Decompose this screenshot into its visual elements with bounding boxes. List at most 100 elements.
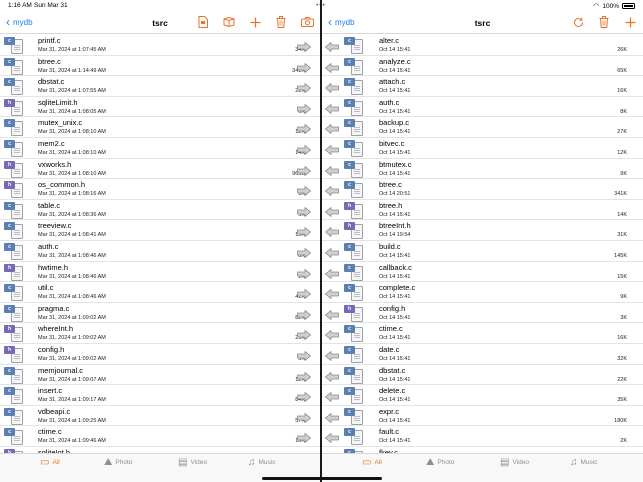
copy-left-arrow-icon[interactable] [324,307,339,321]
file-row[interactable]: c fault.c Oct 14 15:41 2K [322,426,643,447]
file-row[interactable]: c backup.c Oct 14 15:41 27K [322,117,643,138]
tab-all[interactable]: ▭ All [362,457,382,468]
file-row[interactable]: c alter.c Oct 14 15:41 26K [322,35,643,56]
copy-right-arrow-icon[interactable] [297,121,312,135]
copy-right-arrow-icon[interactable] [297,142,312,156]
plus-icon[interactable] [248,15,262,29]
copy-right-arrow-icon[interactable] [297,389,312,403]
copy-right-arrow-icon[interactable] [297,204,312,218]
copy-right-arrow-icon[interactable] [297,307,312,321]
copy-left-arrow-icon[interactable] [324,60,339,73]
tab-video[interactable]: ▤ Video [500,457,529,468]
file-row[interactable]: c attach.c Oct 14 15:41 16K [322,76,643,97]
file-row[interactable]: c callback.c Oct 14 15:41 15K [322,262,643,283]
file-row[interactable]: h config.h Mar 31, 2024 at 1:09:02 AM 3K [0,344,320,365]
left-back-button[interactable]: ‹ mydb [6,16,33,28]
copy-left-arrow-icon[interactable] [324,348,339,362]
tab-label: Music [580,459,598,466]
file-row[interactable]: c util.c Mar 31, 2024 at 1:08:46 AM 41K [0,282,320,303]
copy-right-arrow-icon[interactable] [297,163,312,176]
tab-music[interactable]: ♫ Music [248,457,275,468]
copy-right-arrow-icon[interactable] [297,266,312,279]
copy-left-arrow-icon[interactable] [324,369,339,382]
copy-left-arrow-icon[interactable] [324,39,339,53]
file-row[interactable]: c date.c Oct 14 15:41 32K [322,344,643,365]
copy-left-arrow-icon[interactable] [324,183,339,197]
copy-right-arrow-icon[interactable] [297,60,312,73]
file-row[interactable]: c dbstat.c Oct 14 15:41 22K [322,365,643,386]
refresh-icon[interactable] [571,15,585,29]
tab-music[interactable]: ♫ Music [570,457,597,468]
file-row[interactable]: c treeview.c Mar 31, 2024 at 1:08:41 AM 15K [0,220,320,241]
archive-box-icon[interactable] [222,15,236,29]
file-row[interactable]: c printf.c Mar 31, 2024 at 1:07:45 AM 34K [0,35,320,56]
copy-right-arrow-icon[interactable] [297,224,312,238]
file-row[interactable]: c bitvec.c Oct 14 15:41 12K [322,138,643,159]
copy-left-arrow-icon[interactable] [324,142,339,156]
copy-right-arrow-icon[interactable] [297,101,312,115]
copy-right-arrow-icon[interactable] [297,286,312,300]
copy-right-arrow-icon[interactable] [297,80,312,94]
trash-icon[interactable] [597,15,611,29]
copy-left-arrow-icon[interactable] [324,101,339,115]
copy-right-arrow-icon[interactable] [297,245,312,259]
copy-left-arrow-icon[interactable] [324,327,339,341]
file-row[interactable]: c btree.c Mar 31, 2024 at 1:14:49 AM 341K [0,56,320,77]
copy-right-arrow-icon[interactable] [297,369,312,382]
file-row[interactable]: c ctime.c Oct 14 15:41 16K [322,323,643,344]
file-row[interactable]: c auth.c Mar 31, 2024 at 1:08:46 AM 8K [0,241,320,262]
copy-right-arrow-icon[interactable] [297,39,312,53]
file-row[interactable]: c mem2.c Mar 31, 2024 at 1:08:10 AM 14K [0,138,320,159]
copy-left-arrow-icon[interactable] [324,410,339,424]
file-row[interactable]: h hwtime.h Mar 31, 2024 at 1:08:46 AM 2K [0,262,320,283]
file-row[interactable]: c expr.c Oct 14 15:41 180K [322,406,643,427]
file-row[interactable]: c vdbeapi.c Mar 31, 2024 at 1:09:25 AM 57K [0,406,320,427]
file-row[interactable]: c complete.c Oct 14 15:41 9K [322,282,643,303]
file-row[interactable]: c ctime.c Mar 31, 2024 at 1:09:46 AM 16K [0,426,320,447]
file-row[interactable]: h sqliteLimit.h Mar 31, 2024 at 1:08:05 AM… [0,97,320,118]
file-row[interactable]: h config.h Oct 14 15:41 3K [322,303,643,324]
file-row[interactable]: h btreeInt.h Oct 14 19:54 31K [322,220,643,241]
plus-icon[interactable] [623,15,637,29]
copy-left-arrow-icon[interactable] [324,266,339,279]
file-row[interactable]: h vxworks.h Mar 31, 2024 at 1:08:10 AM 965B [0,159,320,180]
copy-left-arrow-icon[interactable] [324,121,339,135]
file-row[interactable]: h btree.h Oct 14 15:41 14K [322,200,643,221]
tab-photo[interactable]: ⛰ Photo [104,457,132,468]
file-row[interactable]: c mutex_unix.c Mar 31, 2024 at 1:08:10 AM 1… [0,117,320,138]
file-row[interactable]: h whereInt.h Mar 31, 2024 at 1:09:02 AM 25K [0,323,320,344]
tab-all[interactable]: ▭ All [40,457,60,468]
copy-left-arrow-icon[interactable] [324,204,339,218]
file-row[interactable]: c delete.c Oct 14 15:41 35K [322,385,643,406]
file-row[interactable]: c table.c Mar 31, 2024 at 1:08:36 AM 5K [0,200,320,221]
tab-video[interactable]: ▤ Video [178,457,207,468]
file-row[interactable]: c analyze.c Oct 14 15:41 65K [322,56,643,77]
camera-icon[interactable] [300,15,314,29]
file-copy-icon[interactable] [196,15,210,29]
copy-left-arrow-icon[interactable] [324,286,339,300]
copy-right-arrow-icon[interactable] [297,183,312,197]
tab-photo[interactable]: ⛰ Photo [426,457,454,468]
file-row[interactable]: c build.c Oct 14 15:41 145K [322,241,643,262]
copy-left-arrow-icon[interactable] [324,163,339,176]
file-row[interactable]: c insert.c Mar 31, 2024 at 1:09:17 AM 84K [0,385,320,406]
file-row[interactable]: h os_common.h Mar 31, 2024 at 1:08:16 AM 3K [0,179,320,200]
copy-left-arrow-icon[interactable] [324,389,339,403]
file-row[interactable]: c dbstat.c Mar 31, 2024 at 1:07:55 AM 22K [0,76,320,97]
trash-icon[interactable] [274,15,288,29]
copy-right-arrow-icon[interactable] [297,327,312,341]
copy-right-arrow-icon[interactable] [297,430,312,444]
c-source-file-icon: c [3,201,27,219]
copy-left-arrow-icon[interactable] [324,430,339,444]
file-row[interactable]: c pragma.c Mar 31, 2024 at 1:09:02 AM 82K [0,303,320,324]
file-row[interactable]: c btmutex.c Oct 14 15:41 9K [322,159,643,180]
file-row[interactable]: c btree.c Oct 14 20:51 341K [322,179,643,200]
copy-left-arrow-icon[interactable] [324,245,339,259]
right-back-button[interactable]: ‹ mydb [328,16,355,28]
copy-left-arrow-icon[interactable] [324,80,339,94]
copy-right-arrow-icon[interactable] [297,410,312,424]
file-row[interactable]: c memjournal.c Mar 31, 2024 at 1:09:07 AM 1… [0,365,320,386]
copy-left-arrow-icon[interactable] [324,224,339,238]
copy-right-arrow-icon[interactable] [297,348,312,362]
file-row[interactable]: c auth.c Oct 14 15:41 8K [322,97,643,118]
